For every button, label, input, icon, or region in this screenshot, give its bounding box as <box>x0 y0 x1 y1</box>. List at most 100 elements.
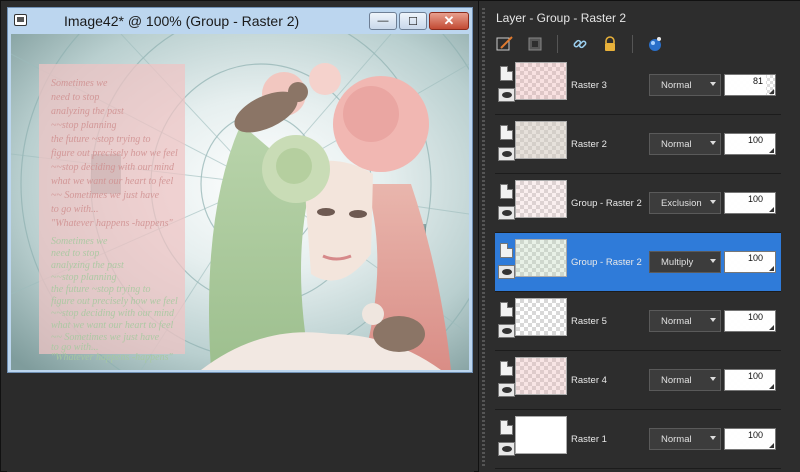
slider-corner-icon <box>769 207 774 212</box>
close-button[interactable]: ✕ <box>429 12 469 30</box>
poem-line: Sometimes we <box>51 78 108 89</box>
opacity-slider[interactable]: 81 <box>724 74 776 96</box>
poem-line: ~~stop deciding with our mind <box>51 162 175 173</box>
poem-line-echo: analyzing the past <box>51 260 124 271</box>
blend-mode-value: Normal <box>661 79 692 91</box>
visibility-eye-icon[interactable] <box>498 265 515 279</box>
app-icon[interactable] <box>14 14 27 26</box>
opacity-slider[interactable]: 100 <box>724 192 776 214</box>
blend-mode-value: Normal <box>661 315 692 327</box>
poem-line: figure out precisely how we feel <box>51 148 178 159</box>
poem-line: what we want our heart to feel <box>51 176 173 187</box>
poem-line-echo: Sometimes we <box>51 236 108 247</box>
layer-name: Raster 5 <box>571 316 607 327</box>
link-layer-button[interactable] <box>568 34 592 54</box>
visibility-eye-icon[interactable] <box>498 324 515 338</box>
workspace-background <box>7 374 474 472</box>
layer-thumbnail <box>515 298 567 336</box>
chevron-down-icon <box>710 436 716 440</box>
opacity-value: 100 <box>747 194 763 204</box>
layer-thumbnail <box>515 416 567 454</box>
chevron-down-icon <box>710 318 716 322</box>
opacity-slider[interactable]: 100 <box>724 251 776 273</box>
image-window-title: Image42* @ 100% (Group - Raster 2) <box>64 13 300 29</box>
psp-workspace: Image42* @ 100% (Group - Raster 2) — ☐ ✕ <box>0 0 800 472</box>
slider-corner-icon <box>769 148 774 153</box>
visibility-eye-icon[interactable] <box>498 147 515 161</box>
poem-line-echo: what we want our heart to feel <box>51 320 173 331</box>
poem-line: "Whatever happens -happens" <box>51 218 174 229</box>
poem-line-echo: figure out precisely how we feel <box>51 296 178 307</box>
layer-name: Raster 1 <box>571 434 607 445</box>
blend-mode-value: Normal <box>661 433 692 445</box>
poem-line: analyzing the past <box>51 106 124 117</box>
visibility-eye-icon[interactable] <box>498 383 515 397</box>
slider-corner-icon <box>769 266 774 271</box>
opacity-slider[interactable]: 100 <box>724 428 776 450</box>
layer-type-icon <box>500 243 513 258</box>
link-icon <box>573 39 587 49</box>
layer-name: Group - Raster 2 <box>571 257 642 268</box>
slider-corner-icon <box>769 443 774 448</box>
blend-mode-dropdown[interactable]: Normal <box>649 133 721 155</box>
layer-properties-button[interactable] <box>493 34 517 54</box>
brush-edit-icon <box>496 36 513 51</box>
poem-line: to go with... <box>51 204 99 215</box>
layers-palette-title: Layer - Group - Raster 2 <box>496 11 627 25</box>
chevron-down-icon <box>710 200 716 204</box>
poem-line: need to stop <box>51 92 99 103</box>
opacity-value: 100 <box>747 371 763 381</box>
palette-grip[interactable] <box>482 8 485 466</box>
poem-line-echo: need to stop <box>51 248 99 259</box>
blend-mode-dropdown[interactable]: Normal <box>649 369 721 391</box>
image-window[interactable]: Image42* @ 100% (Group - Raster 2) — ☐ ✕ <box>7 7 473 373</box>
opacity-slider[interactable]: 100 <box>724 310 776 332</box>
image-window-titlebar[interactable]: Image42* @ 100% (Group - Raster 2) — ☐ ✕ <box>8 8 472 34</box>
blend-mode-dropdown[interactable]: Normal <box>649 74 721 96</box>
mask-button[interactable] <box>523 34 547 54</box>
layer-type-icon <box>500 125 513 140</box>
opacity-value: 100 <box>747 312 763 322</box>
maximize-button[interactable]: ☐ <box>399 12 427 30</box>
chevron-down-icon <box>710 259 716 263</box>
visibility-eye-icon[interactable] <box>498 206 515 220</box>
layer-styles-button[interactable] <box>643 34 667 54</box>
poem-line-echo: "Whatever happens -happens" <box>51 352 174 363</box>
opacity-value: 100 <box>747 430 763 440</box>
layer-type-icon <box>500 302 513 317</box>
lock-icon <box>605 36 615 51</box>
image-canvas[interactable]: Sometimes we need to stop analyzing the … <box>11 34 469 370</box>
blend-mode-value: Normal <box>661 138 692 150</box>
slider-corner-icon <box>769 89 774 94</box>
chevron-down-icon <box>710 141 716 145</box>
chevron-down-icon <box>710 82 716 86</box>
minimize-button[interactable]: — <box>369 12 397 30</box>
poem-line-echo: ~~stop planning <box>51 272 117 283</box>
lock-transparency-button[interactable] <box>598 34 622 54</box>
layer-type-icon <box>500 420 513 435</box>
artwork: Sometimes we need to stop analyzing the … <box>11 34 469 370</box>
visibility-eye-icon[interactable] <box>498 88 515 102</box>
opacity-slider[interactable]: 100 <box>724 133 776 155</box>
toolbar-separator <box>632 35 633 53</box>
layer-name: Raster 2 <box>571 139 607 150</box>
poem-line-echo: ~~stop deciding with our mind <box>51 308 175 319</box>
poem-line: the future ~stop trying to <box>51 134 150 145</box>
layer-thumbnail <box>515 121 567 159</box>
layer-name: Group - Raster 2 <box>571 198 642 209</box>
poem-line: ~~stop planning <box>51 120 117 131</box>
blend-mode-dropdown[interactable]: Exclusion <box>649 192 721 214</box>
opacity-value: 100 <box>747 135 763 145</box>
layer-name: Raster 4 <box>571 375 607 386</box>
blend-mode-dropdown[interactable]: Normal <box>649 310 721 332</box>
toolbar-separator <box>557 35 558 53</box>
blend-mode-dropdown[interactable]: Normal <box>649 428 721 450</box>
blend-mode-value: Normal <box>661 374 692 386</box>
blend-mode-value: Exclusion <box>661 197 702 209</box>
visibility-eye-icon[interactable] <box>498 442 515 456</box>
opacity-slider[interactable]: 100 <box>724 369 776 391</box>
layer-settings-column: Normal 81 Normal 100 Exclusion 100 Multi… <box>646 56 799 466</box>
opacity-value: 81 <box>752 76 763 86</box>
poem-line: ~~ Sometimes we just have <box>51 190 160 201</box>
blend-mode-dropdown[interactable]: Multiply <box>649 251 721 273</box>
